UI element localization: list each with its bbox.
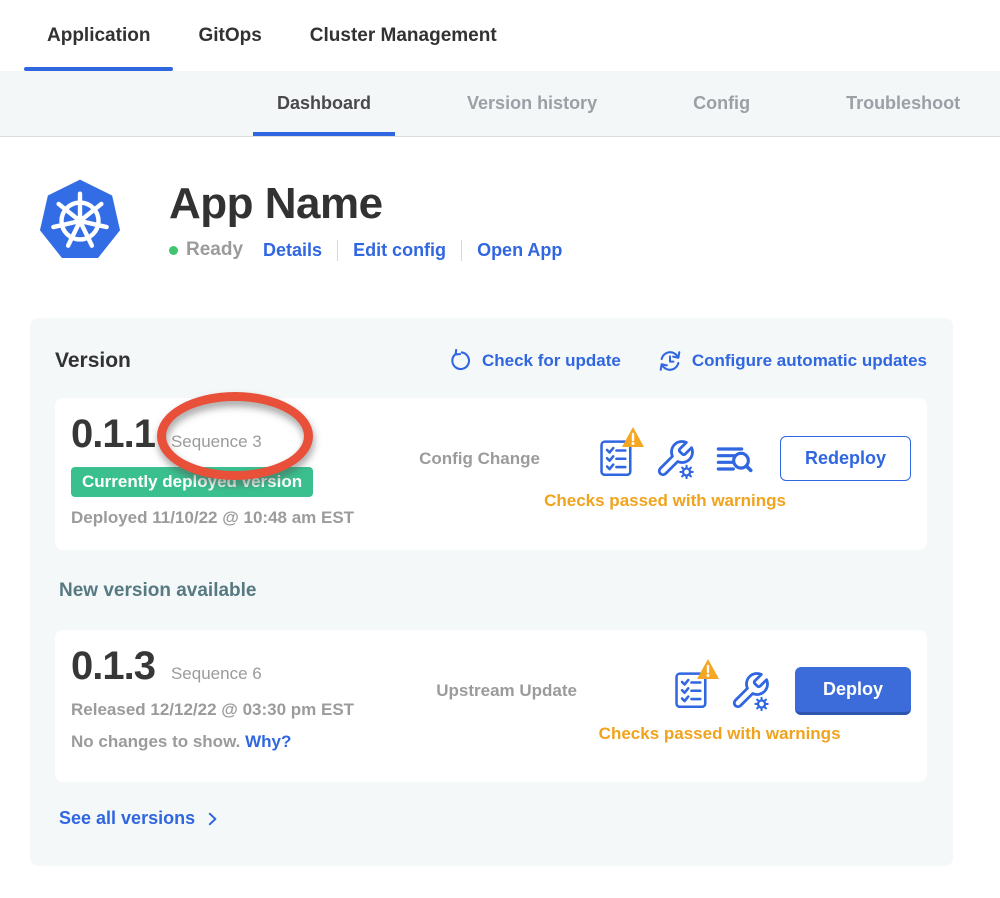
config-wrench-icon[interactable]	[729, 670, 771, 712]
tab-gitops[interactable]: GitOps	[175, 0, 284, 71]
open-app-link[interactable]: Open App	[461, 240, 562, 261]
primary-nav: Application GitOps Cluster Management	[0, 0, 1000, 71]
version-section-title: Version	[55, 349, 131, 373]
release-source-label: Config Change	[419, 449, 540, 469]
redeploy-button[interactable]: Redeploy	[780, 436, 911, 481]
tab-config[interactable]: Config	[669, 71, 774, 136]
tab-version-history[interactable]: Version history	[443, 71, 621, 136]
edit-config-link[interactable]: Edit config	[337, 240, 446, 261]
released-timestamp: Released 12/12/22 @ 03:30 pm EST	[71, 700, 401, 720]
kubernetes-logo-icon	[36, 177, 124, 265]
checks-warning-text: Checks passed with warnings	[482, 724, 957, 744]
see-all-versions-link[interactable]: See all versions	[59, 808, 927, 829]
available-version-number: 0.1.3	[71, 644, 155, 689]
tab-cluster-management[interactable]: Cluster Management	[287, 0, 520, 71]
clock-refresh-icon	[657, 348, 683, 374]
deployed-version-number: 0.1.1	[71, 412, 155, 457]
check-for-update-label: Check for update	[482, 351, 621, 371]
tab-application[interactable]: Application	[24, 0, 173, 71]
warning-triangle-icon	[696, 658, 720, 680]
tab-dashboard[interactable]: Dashboard	[253, 71, 395, 136]
release-source-label: Upstream Update	[436, 681, 577, 701]
version-section: Version Check for update Configure autom…	[30, 318, 953, 866]
config-wrench-icon[interactable]	[654, 438, 696, 480]
deployed-sequence-label: Sequence 3	[171, 432, 262, 452]
view-files-search-icon[interactable]	[714, 439, 756, 479]
deployed-version-card: 0.1.1 Sequence 3 Currently deployed vers…	[55, 398, 927, 550]
app-subnav: Dashboard Version history Config Trouble…	[0, 71, 1000, 137]
configure-automatic-updates-link[interactable]: Configure automatic updates	[657, 348, 927, 374]
currently-deployed-badge: Currently deployed version	[71, 467, 313, 497]
details-link[interactable]: Details	[263, 240, 322, 261]
no-changes-text: No changes to show.	[71, 732, 240, 751]
status-badge: Ready	[186, 239, 243, 261]
available-version-card: 0.1.3 Sequence 6 Released 12/12/22 @ 03:…	[55, 630, 927, 782]
available-sequence-label: Sequence 6	[171, 664, 262, 684]
new-version-heading: New version available	[59, 580, 927, 602]
deployed-timestamp: Deployed 11/10/22 @ 10:48 am EST	[71, 508, 401, 528]
chevron-right-icon	[203, 810, 221, 828]
deploy-button[interactable]: Deploy	[795, 667, 911, 715]
checks-warning-text: Checks passed with warnings	[419, 491, 911, 511]
refresh-icon	[448, 349, 473, 374]
page-title: App Name	[169, 179, 562, 229]
see-all-versions-label: See all versions	[59, 808, 195, 829]
why-link[interactable]: Why?	[245, 732, 291, 751]
configure-automatic-updates-label: Configure automatic updates	[692, 351, 927, 371]
warning-triangle-icon	[621, 426, 645, 448]
tab-troubleshoot[interactable]: Troubleshoot	[822, 71, 984, 136]
check-for-update-link[interactable]: Check for update	[448, 349, 621, 374]
status-dot-icon	[169, 246, 178, 255]
app-header: App Name Ready Details Edit config Open …	[36, 177, 1000, 265]
